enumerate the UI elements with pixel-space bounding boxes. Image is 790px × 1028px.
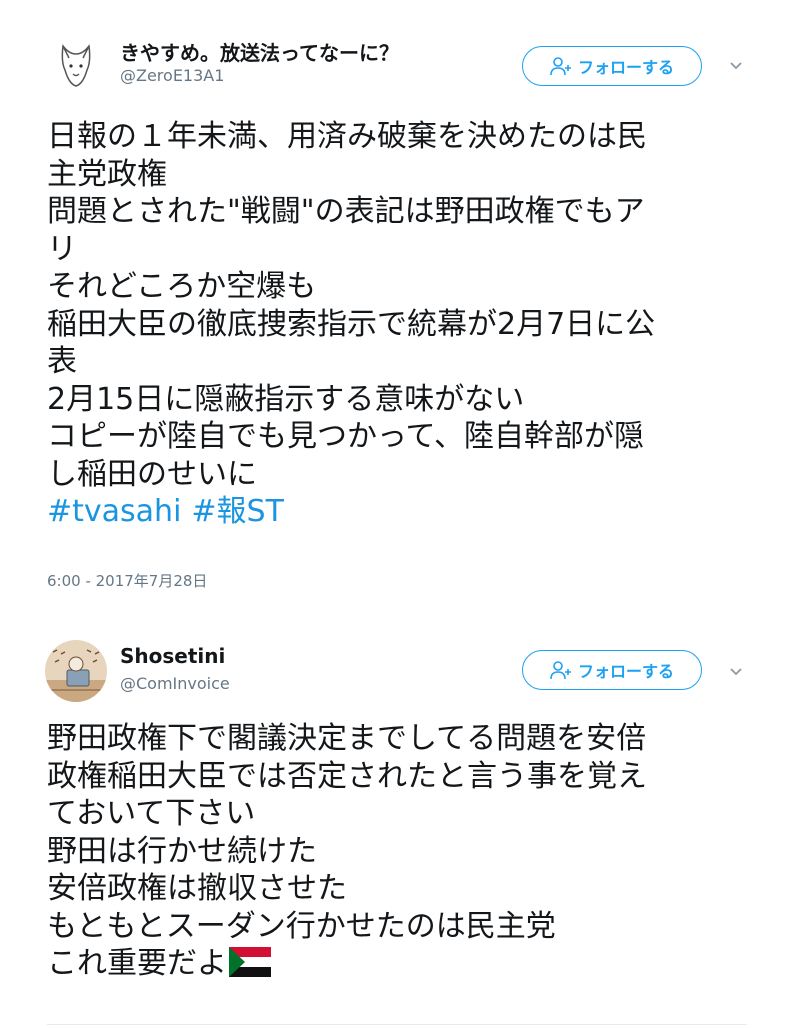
tweet-line: し稲田のせいに <box>47 456 257 492</box>
add-user-icon <box>550 661 571 680</box>
tweet-line: それどころか空爆も <box>47 269 317 304</box>
follow-button[interactable]: フォローする <box>522 650 702 690</box>
add-user-icon <box>550 57 571 76</box>
tweet-line: 2月15日に隠蔽指示する意味がない <box>47 381 525 417</box>
tweet-line: 政権稲田大臣では否定されたと言う事を覚え <box>47 758 647 794</box>
hashtag-link[interactable]: #報ST <box>191 494 284 529</box>
follow-button-label: フォローする <box>577 58 674 77</box>
chevron-down-icon[interactable] <box>728 58 744 74</box>
tweet-line-with-emoji: これ重要だよ <box>47 945 747 983</box>
avatar[interactable] <box>45 32 107 94</box>
user-handle[interactable]: @ZeroE13A1 <box>120 66 224 85</box>
tweet-text: 日報の１年未満、用済み破棄を決めたのは民 主党政権 問題とされた"戦闘"の表記は… <box>47 118 747 531</box>
avatar[interactable] <box>45 640 107 702</box>
tweet-line: リ <box>47 231 77 267</box>
tweet-line: 日報の１年未満、用済み破棄を決めたのは民 <box>47 119 647 154</box>
tweet-line: ておいて下さい <box>47 796 256 831</box>
tweet-1: きやすめ。放送法ってなーに？ @ZeroE13A1 フォローする 日報の１年未満… <box>0 0 790 620</box>
tweet-line: もともとスーダン行かせたのは民主党 <box>47 908 556 944</box>
tweet-text: 野田政権下で閣議決定までしてる問題を安倍 政権稲田大臣では否定されたと言う事を覚… <box>47 720 747 983</box>
tweet-line: 主党政権 <box>47 156 167 192</box>
display-name[interactable]: Shosetini <box>120 644 225 668</box>
tweet-line: 稲田大臣の徹底捜索指示で統幕が2月7日に公 <box>47 306 656 342</box>
tweet-line: 表 <box>47 344 77 379</box>
tweet-line: コピーが陸自でも見つかって、陸自幹部が隠 <box>47 419 644 454</box>
illustrated-avatar-icon <box>45 640 107 702</box>
tweet-line: これ重要だよ <box>47 946 227 981</box>
user-handle[interactable]: @ComInvoice <box>120 674 230 693</box>
follow-button-label: フォローする <box>577 662 674 681</box>
tweet-line: 野田政権下で閣議決定までしてる問題を安倍 <box>47 721 647 756</box>
sudan-flag-icon <box>229 947 271 977</box>
hashtag-link[interactable]: #tvasahi <box>47 494 181 529</box>
tweet-timestamp[interactable]: 6:00 - 2017年7月28日 <box>47 570 207 591</box>
tweet-2: Shosetini @ComInvoice フォローする 野田政権下で閣議決定ま… <box>0 620 790 1028</box>
cat-avatar-icon <box>45 32 107 94</box>
display-name[interactable]: きやすめ。放送法ってなーに？ <box>120 37 399 66</box>
hashtag-row: #tvasahi #報ST <box>47 493 747 531</box>
tweet-line: 安倍政権は撤収させた <box>47 871 347 906</box>
divider <box>47 1024 747 1025</box>
follow-button[interactable]: フォローする <box>522 46 702 86</box>
tweet-line: 野田は行かせ続けた <box>47 833 317 869</box>
tweet-line: 問題とされた"戦闘"の表記は野田政権でもア <box>47 194 645 229</box>
chevron-down-icon[interactable] <box>728 664 744 680</box>
